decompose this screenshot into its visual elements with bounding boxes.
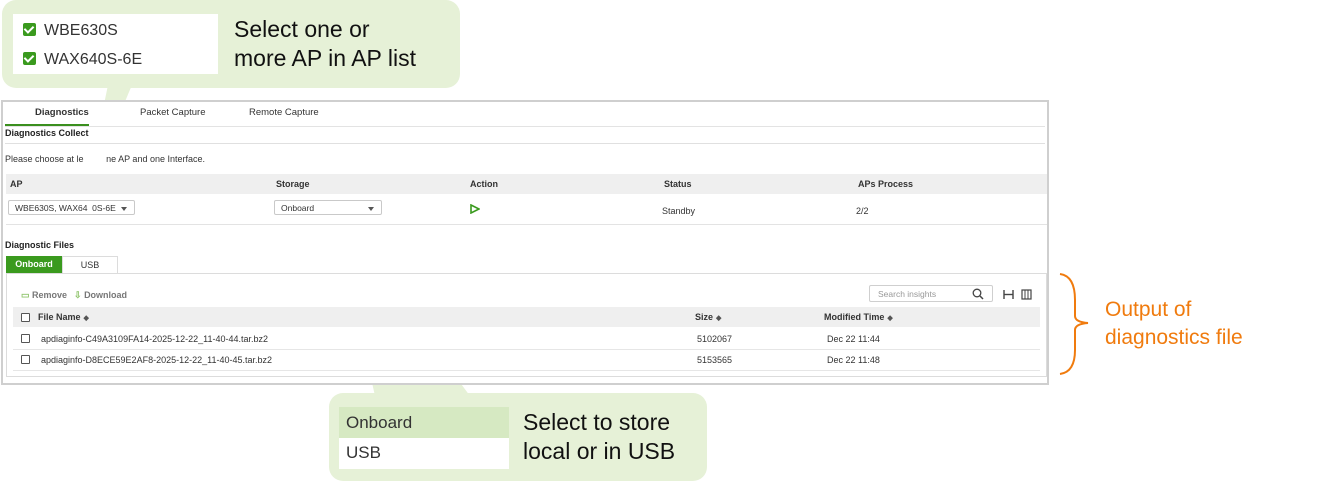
ap-item: WAX640S-6E — [44, 51, 143, 68]
file-name: apdiaginfo-D8ECE59E2AF8-2025-12-22_11-40… — [41, 355, 272, 365]
checkbox-checked-icon — [23, 23, 36, 36]
search-icon[interactable] — [972, 288, 984, 300]
checkbox-checked-icon — [23, 52, 36, 65]
storage-callout-text: Select to store local or in USB — [523, 409, 676, 464]
col-action: Action — [470, 179, 498, 189]
tab-diagnostics[interactable]: Diagnostics — [35, 107, 89, 118]
ap-table-row: WBE630S, WAX64 0S-6E Onboard Standby 2/2 — [6, 194, 1047, 225]
remove-button[interactable]: ▭ Remove — [21, 290, 67, 301]
aps-process-value: 2/2 — [856, 206, 869, 216]
storage-options-sample: Onboard USB — [339, 407, 509, 469]
ap-callout-text: Select one or more AP in AP list — [234, 16, 416, 71]
storage-option: Onboard — [346, 413, 413, 432]
ap-item: WBE630S — [44, 22, 118, 39]
col-storage: Storage — [276, 179, 310, 189]
sort-icon: ◆ — [83, 315, 89, 322]
files-container: ▭ Remove ⇩ Download Search insights File… — [6, 273, 1047, 377]
ap-select[interactable]: WBE630S, WAX64 0S-6E — [8, 200, 135, 215]
col-status: Status — [664, 179, 692, 189]
play-icon[interactable] — [470, 204, 480, 214]
collection-title: Diagnostics Collect — [5, 128, 89, 138]
ap-list-sample: WBE630S WAX640S-6E — [13, 14, 218, 74]
storage-callout: Onboard USB Select to store local or in … — [329, 393, 707, 481]
output-callout-text: Output of diagnostics file — [1105, 298, 1243, 349]
files-tab-usb[interactable]: USB — [62, 256, 118, 273]
files-table-header: File Name ◆ Size ◆ Modified Time ◆ — [13, 307, 1040, 327]
file-name: apdiaginfo-C49A3109FA14-2025-12-22_11-40… — [41, 334, 268, 344]
col-ap: AP — [10, 179, 23, 189]
col-size[interactable]: Size ◆ — [695, 312, 721, 322]
search-input[interactable]: Search insights — [869, 285, 993, 302]
col-file-name[interactable]: File Name ◆ — [38, 312, 89, 322]
diagnostic-files-title: Diagnostic Files — [5, 240, 75, 250]
chevron-down-icon — [368, 207, 374, 211]
output-brace — [1059, 273, 1089, 375]
file-size: 5102067 — [697, 334, 733, 344]
tab-bar: Diagnostics Packet Capture Remote Captur… — [5, 104, 1045, 127]
diagnostics-panel: Diagnostics Packet Capture Remote Captur… — [1, 100, 1049, 385]
sort-icon: ◆ — [716, 315, 722, 322]
file-time: Dec 22 11:44 — [827, 334, 880, 344]
table-row[interactable]: apdiaginfo-C49A3109FA14-2025-12-22_11-40… — [13, 328, 1040, 350]
download-button[interactable]: ⇩ Download — [74, 290, 127, 301]
trash-icon: ▭ — [21, 290, 30, 300]
ap-list-callout: WBE630S WAX640S-6E Select one or more AP… — [2, 0, 460, 88]
download-icon: ⇩ — [74, 290, 82, 300]
file-time: Dec 22 11:48 — [827, 355, 880, 365]
column-width-icon[interactable] — [1003, 289, 1014, 300]
col-aps-process: APs Process — [858, 179, 914, 189]
select-all-checkbox[interactable] — [21, 313, 30, 322]
divider — [5, 143, 1045, 144]
ap-table-header: AP Storage Action Status APs Process — [6, 174, 1047, 194]
status-value: Standby — [662, 206, 696, 216]
columns-icon[interactable] — [1021, 289, 1032, 300]
collection-hint: Please choose at le ne AP and one Interf… — [5, 154, 205, 164]
table-row[interactable]: apdiaginfo-D8ECE59E2AF8-2025-12-22_11-40… — [13, 349, 1040, 371]
storage-option: USB — [346, 443, 381, 462]
file-size: 5153565 — [697, 355, 733, 365]
tab-packet-capture[interactable]: Packet Capture — [140, 107, 205, 118]
chevron-down-icon — [121, 207, 127, 211]
tab-remote-capture[interactable]: Remote Capture — [249, 107, 319, 118]
col-modified-time[interactable]: Modified Time ◆ — [824, 312, 893, 322]
storage-select[interactable]: Onboard — [274, 200, 382, 215]
row-checkbox[interactable] — [21, 355, 30, 364]
row-checkbox[interactable] — [21, 334, 30, 343]
sort-icon: ◆ — [887, 315, 893, 322]
active-tab-indicator — [5, 124, 89, 126]
files-tab-onboard[interactable]: Onboard — [6, 256, 62, 273]
